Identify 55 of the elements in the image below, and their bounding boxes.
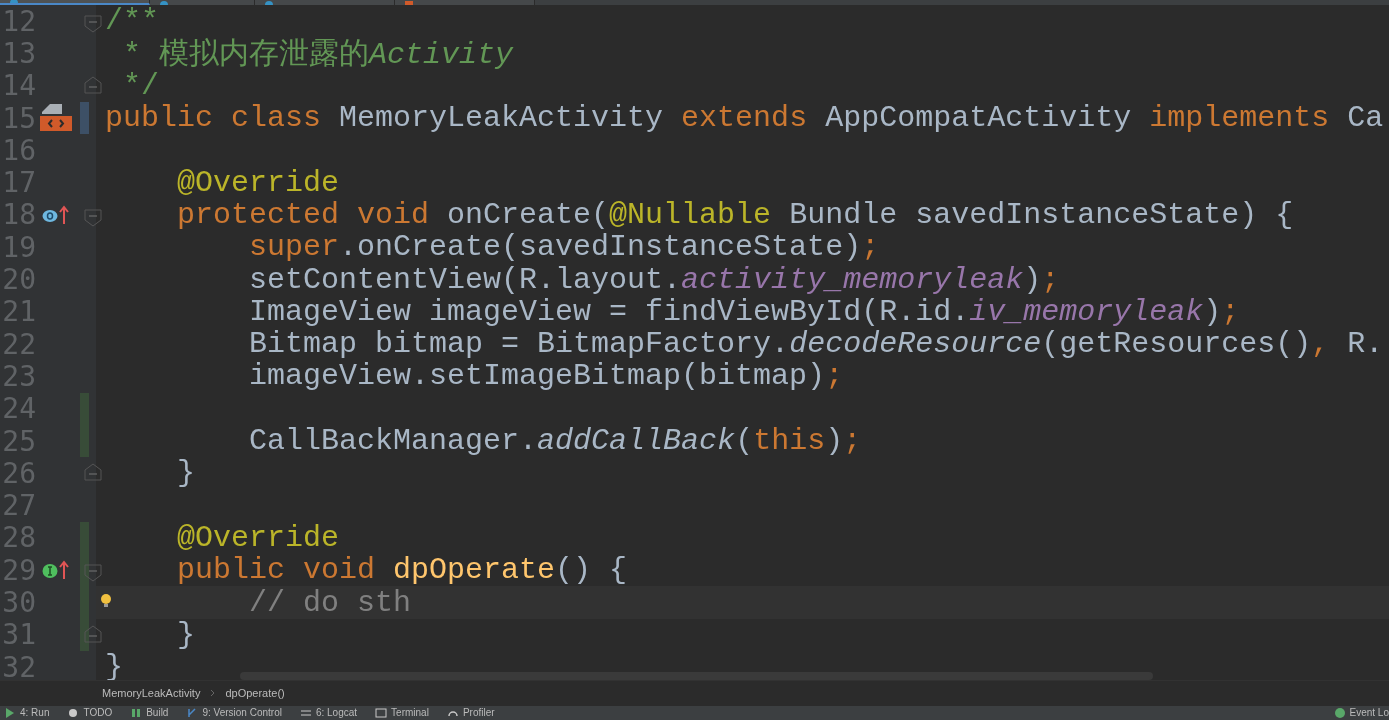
editor-tab[interactable] — [150, 0, 255, 5]
fold-marker-icon[interactable] — [84, 624, 102, 643]
change-marker[interactable] — [80, 424, 89, 458]
lightbulb-icon[interactable] — [100, 594, 112, 609]
code-line: public void dpOperate() { — [177, 553, 628, 588]
tool-window-button[interactable]: Profiler — [446, 707, 495, 719]
overrides-method-icon[interactable] — [42, 204, 70, 225]
class-file-icon — [10, 0, 18, 3]
tool-window-button[interactable]: 9: Version Control — [186, 707, 282, 719]
code-line: ImageView imageView = findViewById(R.id.iv_memoryleak); — [249, 294, 1240, 329]
build-icon — [130, 707, 143, 719]
layout-file-icon — [405, 1, 413, 5]
change-marker[interactable] — [80, 101, 89, 135]
editor-tab[interactable] — [395, 0, 535, 5]
class-file-icon — [160, 1, 168, 5]
vcs-icon — [186, 707, 199, 719]
breadcrumb[interactable]: dpOperate() — [225, 687, 285, 699]
change-marker[interactable] — [80, 521, 89, 555]
code-line: Bitmap bitmap = BitmapFactory.decodeResource(getResources(), R. — [249, 327, 1384, 362]
tool-window-button[interactable]: TODO — [67, 707, 113, 719]
terminal-icon — [375, 707, 388, 719]
fold-marker-icon[interactable] — [84, 463, 102, 482]
todo-icon — [67, 707, 80, 719]
fold-marker-icon[interactable] — [84, 564, 102, 583]
breadcrumb[interactable]: MemoryLeakActivity — [102, 687, 201, 699]
code-line: protected void onCreate(@Nullable Bundle savedInstanceState) { — [177, 197, 1294, 232]
editor-tab[interactable] — [0, 0, 150, 5]
tool-window-button[interactable]: 6: Logcat — [299, 707, 358, 719]
tool-window-button[interactable]: Build — [130, 707, 169, 719]
code-line: @Override — [177, 165, 340, 200]
tool-window-button[interactable]: 4: Run — [4, 707, 50, 719]
fold-marker-icon[interactable] — [84, 15, 102, 33]
event-log-button[interactable]: Event Lo — [1333, 707, 1389, 719]
code-line: CallBackManager.addCallBack(this); — [249, 424, 862, 458]
change-marker[interactable] — [80, 392, 89, 425]
editor-tab[interactable] — [255, 0, 395, 5]
fold-marker-icon[interactable] — [84, 208, 102, 227]
code-line: @Override — [177, 520, 340, 555]
code-line: setContentView(R.layout.activity_memoryleak); — [249, 262, 1060, 297]
code-line: public class MemoryLeakActivity extends AppCompatActivity implements Ca — [105, 101, 1384, 136]
class-file-icon — [265, 1, 273, 5]
code-line: imageView.setImageBitmap(bitmap); — [249, 359, 844, 394]
chevron-icon — [210, 689, 216, 697]
change-marker[interactable] — [80, 618, 89, 651]
implements-method-icon[interactable] — [42, 560, 70, 581]
code-line: super.onCreate(savedInstanceState); — [249, 230, 880, 265]
event-log-icon — [1333, 707, 1346, 719]
code-line: } — [177, 456, 196, 491]
code-line: // do sth — [249, 585, 412, 620]
code-line: /** — [105, 5, 159, 39]
run-icon — [4, 707, 16, 719]
code-line: } — [177, 617, 196, 652]
tool-window-button[interactable]: Terminal — [375, 707, 429, 719]
fold-marker-icon[interactable] — [84, 75, 102, 94]
logcat-icon — [299, 707, 312, 719]
